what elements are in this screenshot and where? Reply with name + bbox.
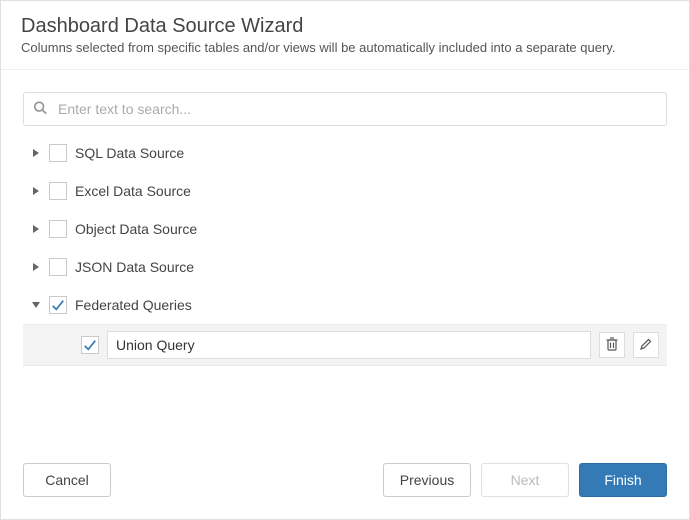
chevron-down-icon[interactable] <box>31 300 41 310</box>
tree-checkbox[interactable] <box>49 258 67 276</box>
tree-child-row <box>23 324 667 366</box>
finish-button[interactable]: Finish <box>579 463 667 497</box>
trash-icon <box>606 337 618 354</box>
edit-button[interactable] <box>633 332 659 358</box>
tree-node-label: SQL Data Source <box>75 145 184 161</box>
wizard-footer: Cancel Previous Next Finish <box>1 445 689 519</box>
tree-node-label: Excel Data Source <box>75 183 191 199</box>
tree-node-label: Object Data Source <box>75 221 197 237</box>
cancel-button[interactable]: Cancel <box>23 463 111 497</box>
chevron-right-icon[interactable] <box>31 262 41 272</box>
wizard-title: Dashboard Data Source Wizard <box>21 15 669 38</box>
tree-node-label: Federated Queries <box>75 297 192 313</box>
query-name-input[interactable] <box>107 331 591 359</box>
tree-checkbox[interactable] <box>49 296 67 314</box>
tree-node-federated[interactable]: Federated Queries <box>23 286 667 324</box>
data-source-tree: SQL Data Source Excel Data Source <box>23 134 667 366</box>
tree-checkbox[interactable] <box>49 220 67 238</box>
previous-button[interactable]: Previous <box>383 463 471 497</box>
tree-node-excel[interactable]: Excel Data Source <box>23 172 667 210</box>
tree-child-checkbox[interactable] <box>81 336 99 354</box>
chevron-right-icon[interactable] <box>31 186 41 196</box>
tree-node-label: JSON Data Source <box>75 259 194 275</box>
tree-node-sql[interactable]: SQL Data Source <box>23 134 667 172</box>
chevron-right-icon[interactable] <box>31 148 41 158</box>
pencil-icon <box>640 337 652 353</box>
tree-checkbox[interactable] <box>49 144 67 162</box>
wizard-dialog: Dashboard Data Source Wizard Columns sel… <box>0 0 690 520</box>
wizard-subtitle: Columns selected from specific tables an… <box>21 40 669 55</box>
delete-button[interactable] <box>599 332 625 358</box>
tree-node-json[interactable]: JSON Data Source <box>23 248 667 286</box>
search-wrap <box>23 92 667 126</box>
tree-node-object[interactable]: Object Data Source <box>23 210 667 248</box>
chevron-right-icon[interactable] <box>31 224 41 234</box>
wizard-header: Dashboard Data Source Wizard Columns sel… <box>1 1 689 70</box>
tree-checkbox[interactable] <box>49 182 67 200</box>
next-button[interactable]: Next <box>481 463 569 497</box>
search-input[interactable] <box>23 92 667 126</box>
wizard-body: SQL Data Source Excel Data Source <box>1 70 689 445</box>
